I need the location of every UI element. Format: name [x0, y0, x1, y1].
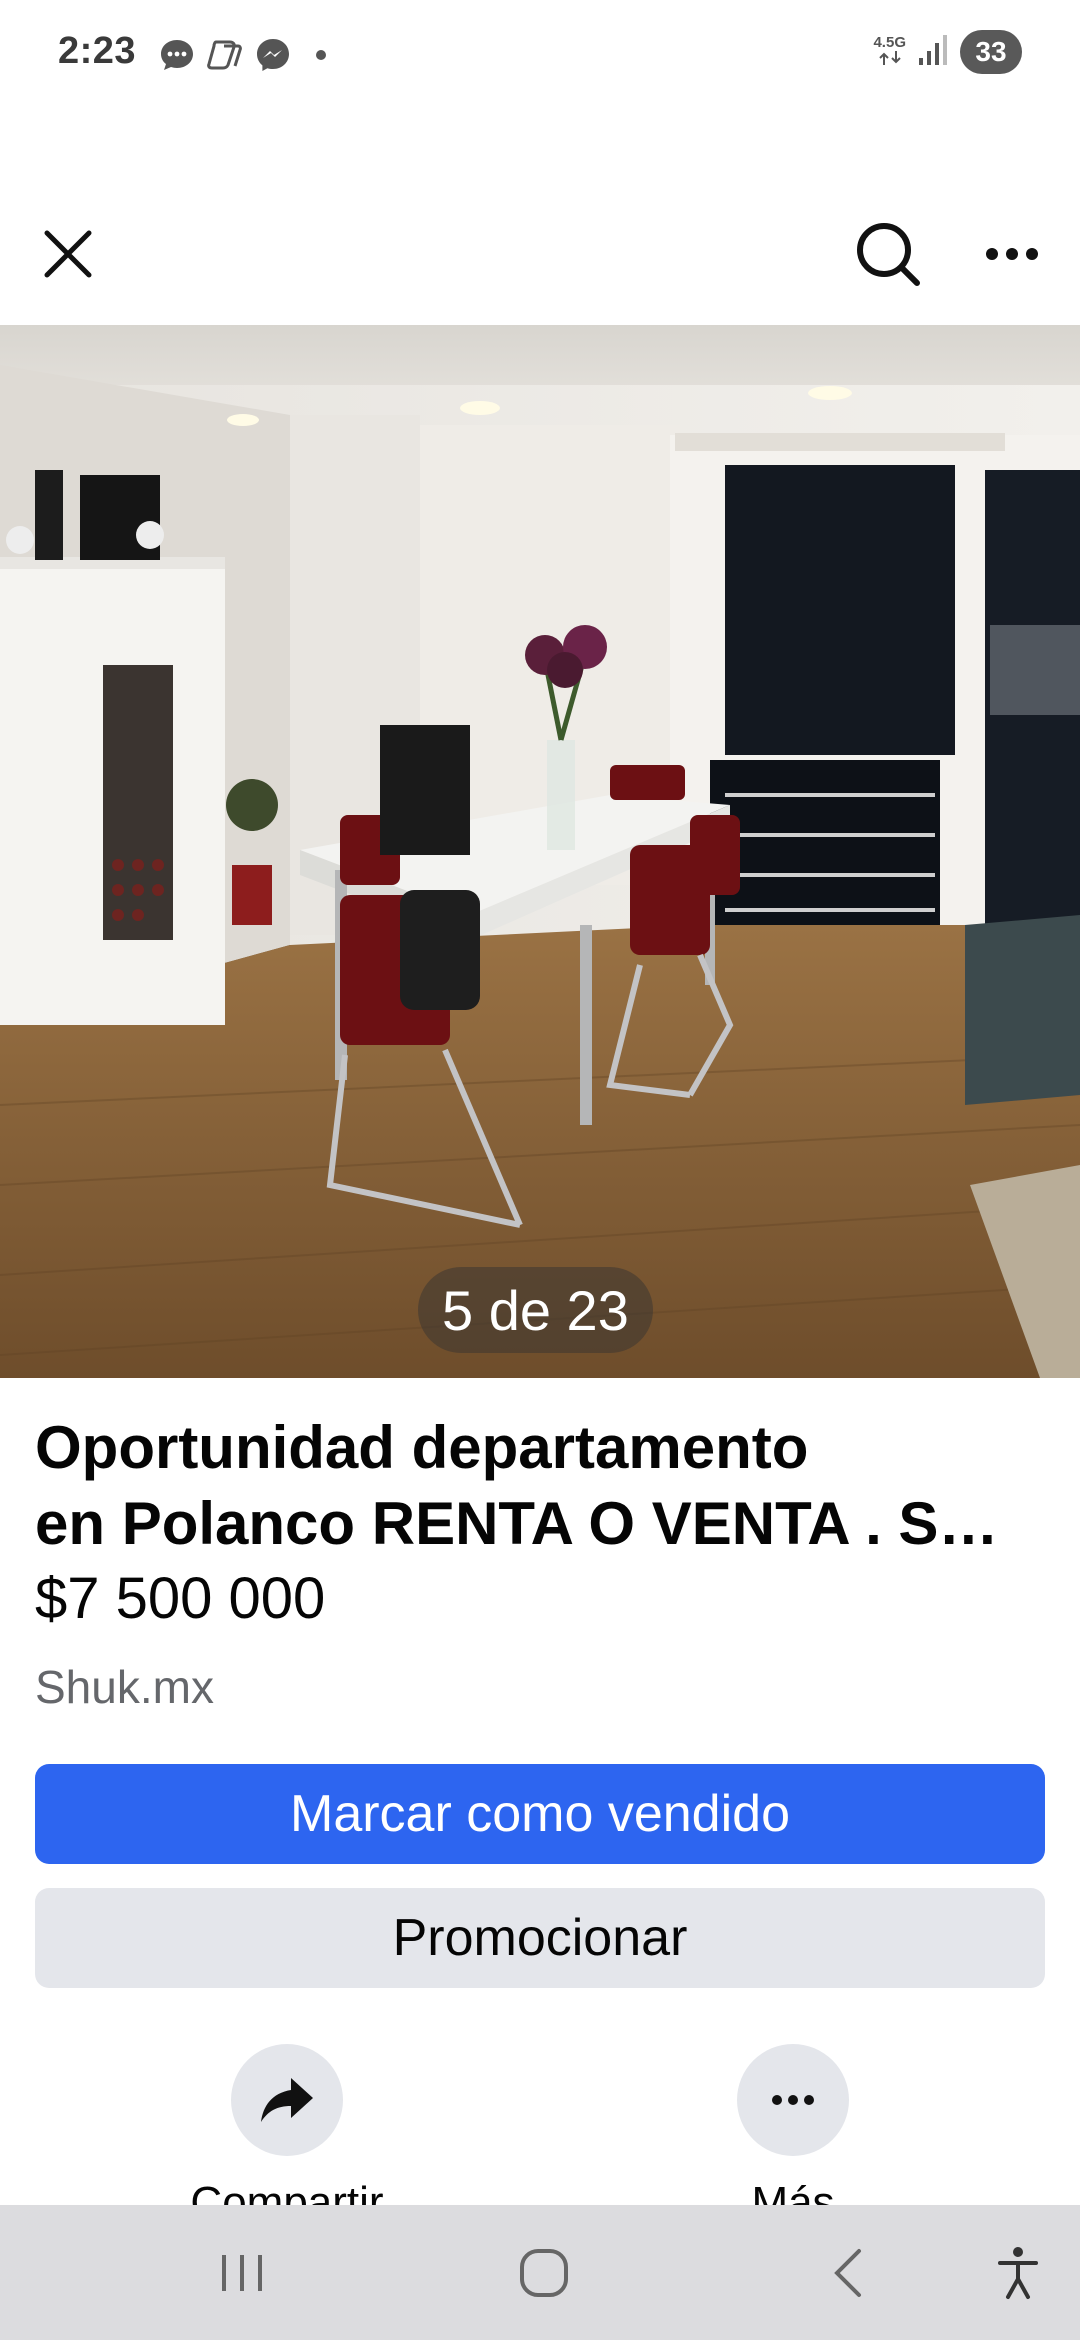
network-label: 4.5G [873, 34, 906, 51]
listing-title-line-1: Oportunidad departamento [35, 1414, 809, 1481]
more-icon [772, 2095, 814, 2105]
messages-icon [158, 36, 196, 74]
promote-button[interactable]: Promocionar [35, 1888, 1045, 1988]
listing-source[interactable]: Shuk.mx [35, 1660, 214, 1714]
network-type: 4.5G [873, 35, 906, 69]
more-action[interactable]: Más [683, 2044, 903, 2228]
home-icon [520, 2248, 568, 2297]
share-action[interactable]: Compartir [177, 2044, 397, 2228]
listing-title: Oportunidad departamento en Polanco RENT… [35, 1410, 1045, 1562]
share-icon [261, 2078, 313, 2122]
back-icon [834, 2248, 861, 2297]
data-arrows-icon [879, 51, 901, 65]
listing-price: $7 500 000 [35, 1566, 326, 1631]
home-button[interactable] [484, 2205, 604, 2340]
status-right: 4.5G 33 [873, 30, 1022, 74]
share-button[interactable] [231, 2044, 343, 2156]
top-action-bar [0, 190, 1080, 320]
status-time: 2:23 [58, 30, 137, 72]
close-button[interactable] [24, 210, 112, 298]
back-button[interactable] [787, 2205, 907, 2340]
system-nav-bar [0, 2205, 1080, 2340]
more-options-icon [986, 248, 1038, 260]
accessibility-icon [998, 2246, 1038, 2299]
search-button[interactable] [844, 210, 932, 298]
copilot-icon [206, 36, 244, 74]
notification-icons [158, 36, 326, 74]
listing-photo[interactable]: 5 de 23 [0, 325, 1080, 1378]
more-notifications-dot [316, 50, 326, 60]
recent-apps-button[interactable] [182, 2205, 302, 2340]
more-button[interactable] [737, 2044, 849, 2156]
battery-indicator: 33 [960, 30, 1022, 74]
more-options-button[interactable] [968, 210, 1056, 298]
listing-photo-image [0, 325, 1080, 1378]
signal-icon [918, 34, 948, 71]
mark-as-sold-button[interactable]: Marcar como vendido [35, 1764, 1045, 1864]
status-bar: 2:23 4.5G 33 [0, 0, 1080, 112]
accessibility-button[interactable] [958, 2205, 1078, 2340]
recent-apps-icon [222, 2254, 262, 2291]
listing-title-line-2: en Polanco RENTA O VENTA . S… [35, 1490, 999, 1557]
photo-counter: 5 de 23 [418, 1267, 653, 1353]
messenger-icon [254, 36, 292, 74]
close-icon [44, 230, 92, 278]
search-icon [857, 223, 920, 286]
